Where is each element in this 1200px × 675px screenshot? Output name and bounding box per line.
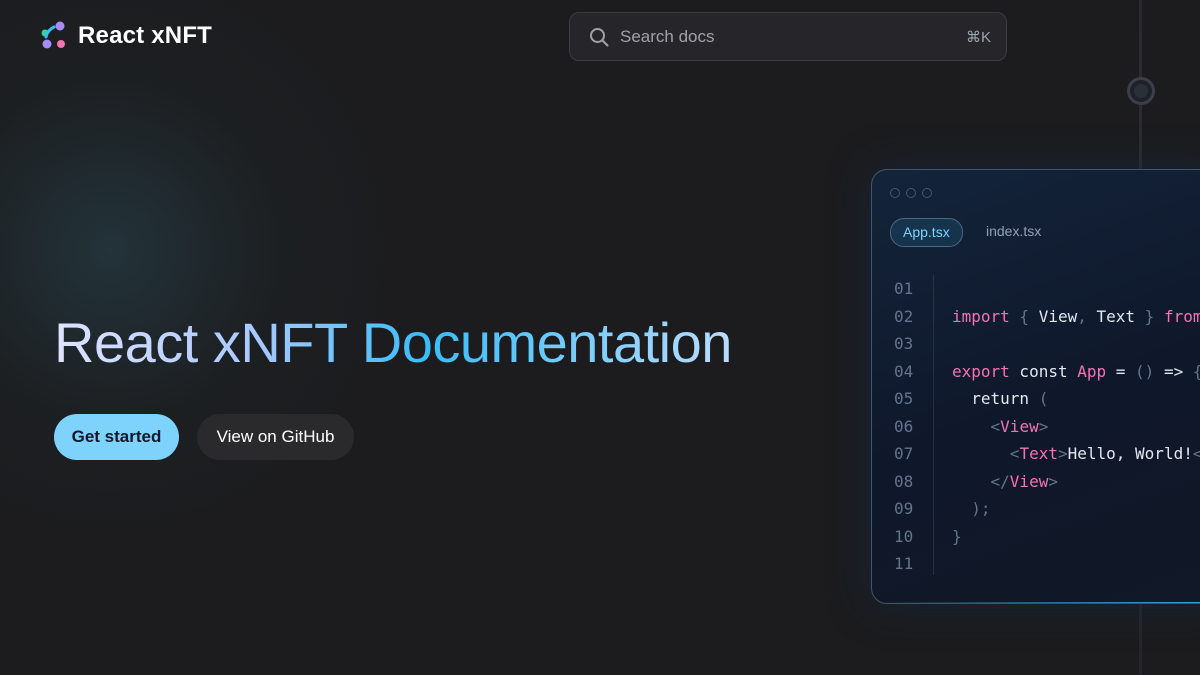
code-line: export const App = () => { [952, 358, 1200, 386]
tab-index-tsx[interactable]: index.tsx [986, 218, 1041, 245]
code-token: () [1135, 361, 1155, 381]
code-token: return [952, 389, 1039, 408]
search-button[interactable]: Search docs ⌘K [569, 12, 1007, 61]
window-dot-icon [922, 188, 932, 198]
search-icon [590, 28, 609, 47]
code-token: < [1193, 444, 1200, 463]
code-line: import { View, Text } from [952, 303, 1200, 331]
window-controls [890, 188, 932, 198]
code-token: View [1000, 416, 1039, 436]
xnft-logo-icon [41, 21, 65, 49]
code-token: Text [1096, 306, 1136, 326]
code-token: > [1038, 416, 1049, 436]
search-shortcut-hint: ⌘K [965, 29, 991, 46]
code-token: View [1038, 306, 1078, 326]
code-line: ); [952, 495, 1200, 523]
code-token: ); [952, 499, 991, 518]
code-token: { [1193, 362, 1200, 381]
code-token: { [1009, 306, 1039, 326]
code-token: < [952, 444, 1020, 463]
line-number: 06 [894, 416, 914, 436]
line-number: 08 [894, 471, 914, 491]
code-token: , [1077, 306, 1097, 326]
window-dot-icon [890, 188, 900, 198]
line-number: 01 [894, 279, 914, 298]
line-numbers: 01 02 03 04 05 06 07 08 09 10 11 [894, 275, 913, 578]
line-number: 09 [894, 499, 914, 518]
get-started-button[interactable]: Get started [54, 414, 179, 460]
code-line: </View> [952, 468, 1200, 496]
line-number: 07 [894, 444, 914, 463]
window-dot-icon [906, 188, 916, 198]
code-token: import [952, 306, 1010, 326]
code-token: const [1009, 361, 1078, 381]
code-token: export [952, 361, 1010, 381]
decorative-node-dot [1127, 77, 1155, 105]
code-content: import { View, Text } from export const A… [952, 275, 1200, 578]
code-token: > [1057, 444, 1068, 463]
search-placeholder: Search docs [620, 27, 715, 46]
code-token: = [1106, 361, 1136, 381]
code-preview-window: App.tsx index.tsx 01 02 03 04 05 06 07 08 09 10 11… [871, 169, 1200, 604]
code-token: ( [1038, 389, 1049, 408]
code-token: from [1163, 306, 1200, 326]
line-number: 05 [894, 389, 914, 408]
code-token: > [1048, 471, 1058, 491]
code-line: return ( [952, 385, 1200, 413]
line-number: 03 [894, 334, 914, 353]
logo-text: React xNFT [78, 22, 213, 49]
code-line: <Text>Hello, World!< [952, 440, 1200, 468]
code-line: } [952, 523, 1200, 551]
line-number: 02 [894, 306, 914, 326]
line-number: 11 [894, 554, 914, 573]
page: React xNFT Search docs ⌘K React xNFT Doc… [0, 0, 1200, 675]
line-number: 04 [894, 361, 914, 381]
logo-link[interactable]: React xNFT [38, 20, 212, 52]
line-number: 10 [894, 526, 914, 546]
code-token: } [1135, 306, 1164, 326]
code-line: <View> [952, 413, 1200, 441]
code-token: View [1009, 471, 1049, 491]
code-token: </ [952, 471, 1010, 491]
code-token: Text [1019, 444, 1058, 463]
tab-app-tsx[interactable]: App.tsx [890, 218, 963, 247]
hero-title: React xNFT Documentation [54, 311, 732, 374]
view-on-github-button[interactable]: View on GitHub [197, 414, 354, 460]
code-token: App [1077, 361, 1107, 381]
code-token: < [952, 416, 1001, 436]
code-token: Hello, World! [1067, 444, 1193, 463]
code-token: } [952, 526, 962, 546]
code-token: => [1154, 361, 1193, 381]
code-gutter-divider [933, 275, 934, 575]
